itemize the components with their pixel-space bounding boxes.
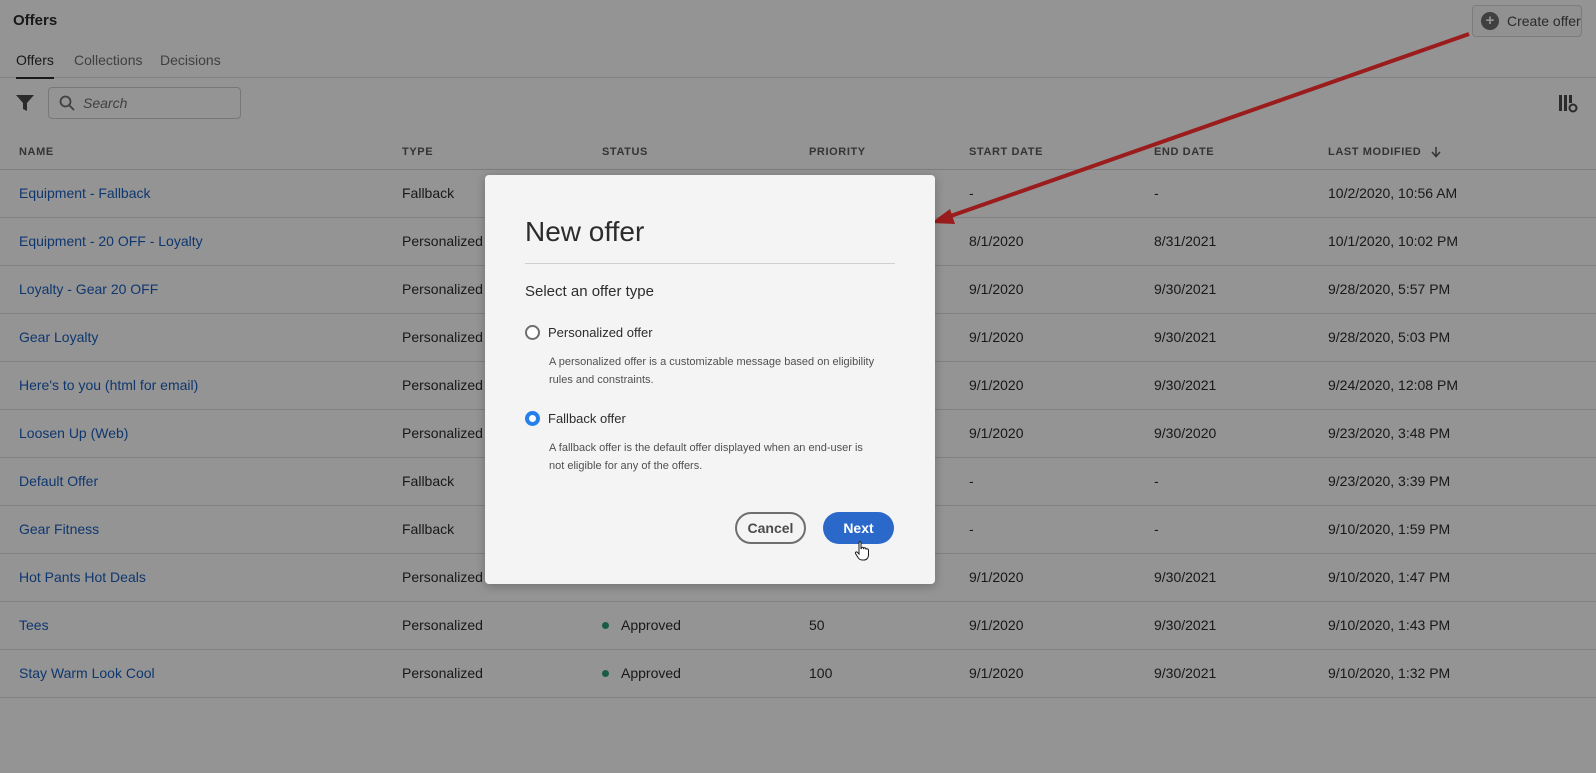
- fallback-offer-label: Fallback offer: [548, 411, 626, 426]
- next-button[interactable]: Next: [823, 512, 894, 544]
- dialog-title: New offer: [525, 216, 645, 247]
- dialog-divider: [525, 263, 895, 264]
- new-offer-dialog: New offer Select an offer type Personali…: [485, 175, 935, 584]
- personalized-offer-label: Personalized offer: [548, 325, 653, 340]
- fallback-offer-desc-line2: not eligible for any of the offers.: [549, 460, 703, 472]
- fallback-offer-description: A fallback offer is the default offer di…: [549, 439, 889, 475]
- hand-cursor-icon: [854, 541, 869, 561]
- fallback-offer-radio[interactable]: [525, 411, 540, 426]
- cancel-button[interactable]: Cancel: [735, 512, 806, 544]
- personalized-offer-desc-line2: rules and constraints.: [549, 374, 654, 386]
- personalized-offer-radio[interactable]: [525, 325, 540, 340]
- dialog-subtitle: Select an offer type: [525, 283, 654, 300]
- fallback-offer-desc-line1: A fallback offer is the default offer di…: [549, 442, 863, 454]
- fallback-offer-option[interactable]: Fallback offer: [525, 411, 626, 426]
- personalized-offer-description: A personalized offer is a customizable m…: [549, 353, 889, 389]
- personalized-offer-option[interactable]: Personalized offer: [525, 325, 653, 340]
- personalized-offer-desc-line1: A personalized offer is a customizable m…: [549, 356, 875, 368]
